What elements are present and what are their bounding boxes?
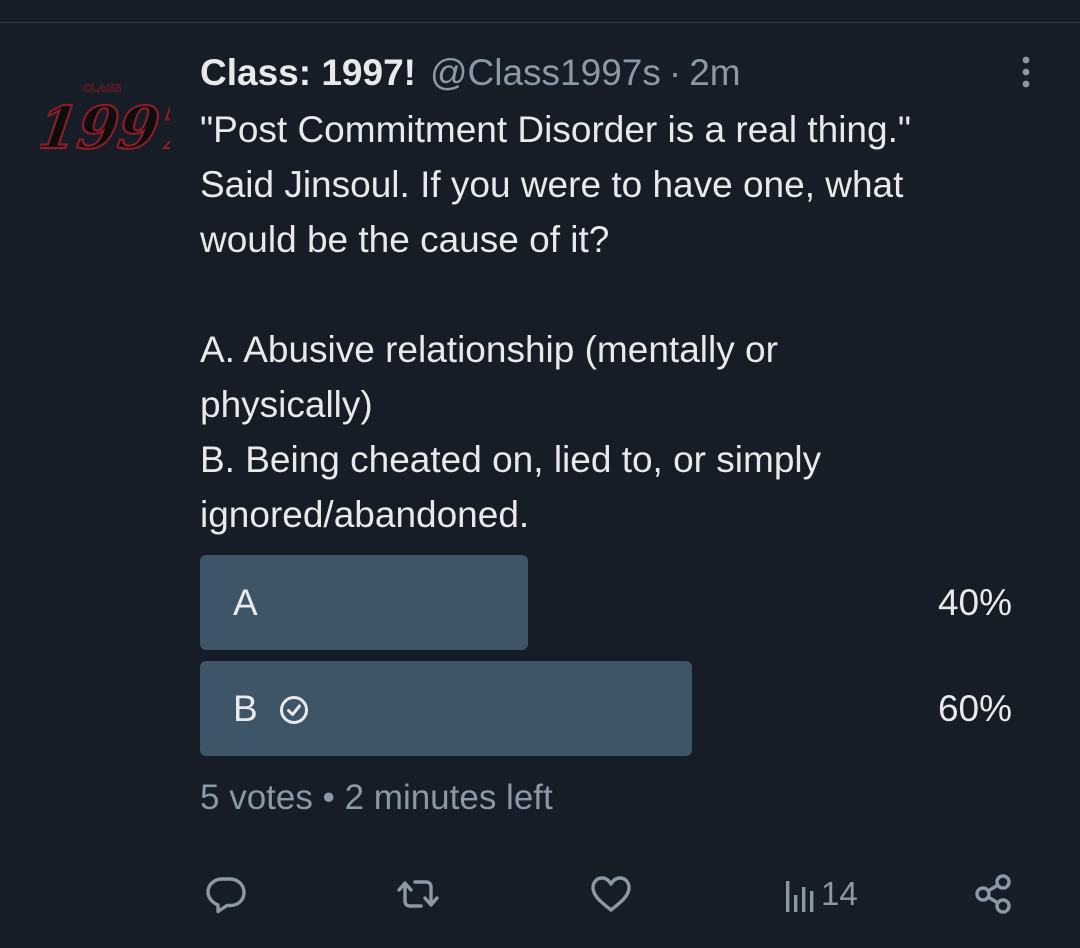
svg-text:1997: 1997: [40, 93, 170, 162]
tweet-text-line: physically): [200, 384, 373, 425]
poll-option-label: A: [233, 555, 258, 650]
tweet-header: Class: 1997! @Class1997s · 2m: [200, 50, 741, 96]
avatar[interactable]: CLASS 1997: [32, 78, 205, 168]
reply-icon: [206, 877, 246, 914]
poll-option-a-label: A: [233, 581, 258, 623]
poll-vote-count: 5 votes: [200, 778, 313, 817]
views-count: 14: [821, 875, 858, 912]
retweet-icon: [397, 880, 439, 908]
top-divider: [0, 22, 1080, 23]
header-separator: ·: [668, 52, 682, 93]
tweet-text-line: A. Abusive relationship (mentally or: [200, 329, 778, 370]
like-button[interactable]: [588, 866, 634, 922]
heart-icon: [591, 876, 631, 912]
more-options-button[interactable]: [1008, 52, 1044, 92]
tweet-text-line: ignored/abandoned.: [200, 494, 530, 535]
poll-meta: 5 votes • 2 minutes left: [200, 778, 553, 818]
paragraph-break: [200, 267, 1050, 322]
views-button[interactable]: 14: [783, 866, 858, 922]
poll-option-label: B: [233, 661, 310, 756]
retweet-button[interactable]: [395, 866, 441, 922]
display-name[interactable]: Class: 1997!: [200, 52, 416, 94]
reply-button[interactable]: [203, 866, 249, 922]
timestamp[interactable]: 2m: [689, 52, 740, 94]
tweet-text: "Post Commitment Disorder is a real thin…: [200, 102, 1050, 542]
tweet-text-line: would be the cause of it?: [200, 219, 610, 260]
tweet-text-line: "Post Commitment Disorder is a real thin…: [200, 109, 912, 150]
views-icon: [786, 881, 814, 912]
handle[interactable]: @Class1997s: [430, 52, 661, 94]
poll-option-a[interactable]: A 40%: [200, 555, 1020, 650]
poll-option-b[interactable]: B 60%: [200, 661, 1020, 756]
poll-option-b-label: B: [233, 687, 258, 729]
voted-check-icon: [278, 693, 310, 725]
tweet-text-line: Said Jinsoul. If you were to have one, w…: [200, 164, 904, 205]
share-icon: [975, 874, 1011, 914]
poll-time-left: 2 minutes left: [344, 778, 553, 817]
tweet-text-line: B. Being cheated on, lied to, or simply: [200, 439, 822, 480]
share-button[interactable]: [972, 866, 1018, 922]
avatar-logo-icon: CLASS 1997: [32, 82, 205, 163]
more-vertical-icon: [1022, 56, 1030, 88]
poll-option-a-percent: 40%: [937, 581, 1012, 623]
poll-option-b-percent: 60%: [937, 687, 1012, 729]
poll-meta-separator: •: [322, 778, 335, 817]
